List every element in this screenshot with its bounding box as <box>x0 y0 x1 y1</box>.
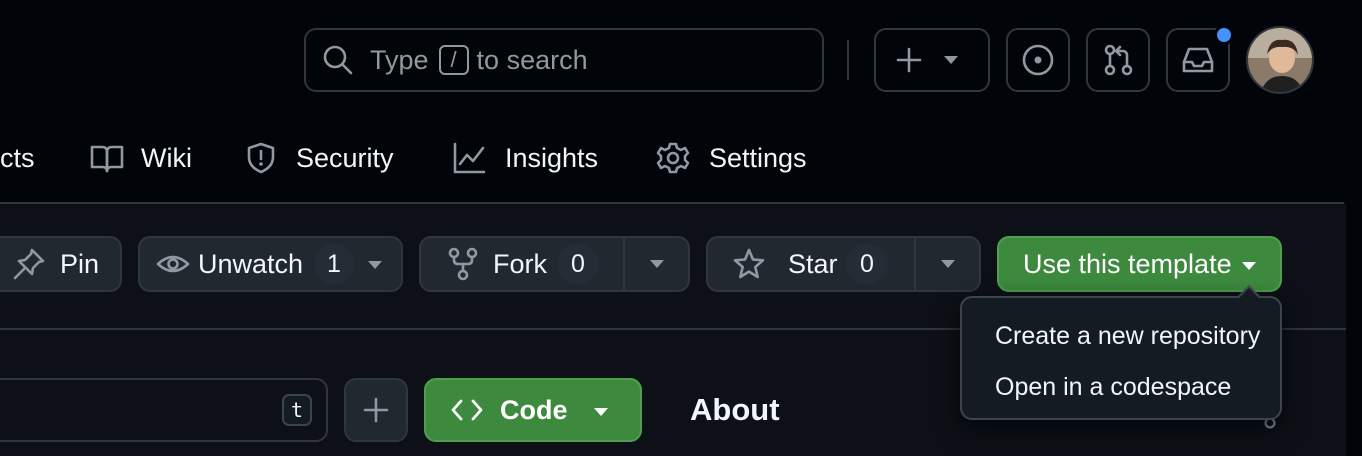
create-new-button[interactable] <box>874 28 990 92</box>
fork-dropdown-button[interactable] <box>623 236 690 292</box>
watchers-count: 1 <box>314 244 354 284</box>
shortcut-key-t: t <box>282 394 312 426</box>
chevron-down-icon <box>594 408 608 416</box>
tab-wiki[interactable]: Wiki <box>90 138 192 178</box>
template-menu: Create a new repository Open in a codesp… <box>960 296 1282 420</box>
about-heading: About <box>690 392 780 427</box>
repo-forked-icon <box>447 247 479 281</box>
notification-dot <box>1214 25 1234 45</box>
search-placeholder-suffix: to search <box>476 44 588 75</box>
git-pull-request-icon <box>1101 43 1135 77</box>
chevron-down-icon <box>649 260 664 268</box>
tab-insights[interactable]: Insights <box>452 138 598 178</box>
code-button[interactable]: Code <box>424 378 642 442</box>
shield-icon <box>244 141 278 175</box>
issue-opened-icon <box>1021 43 1055 77</box>
use-template-button[interactable]: Use this template <box>997 236 1282 292</box>
pull-requests-button[interactable] <box>1086 28 1150 92</box>
use-template-label: Use this template <box>1023 248 1232 279</box>
search-shortcut-key: / <box>438 45 469 75</box>
menu-item-open-codespace[interactable]: Open in a codespace <box>962 367 1280 407</box>
plus-icon <box>362 396 390 424</box>
star-label: Star <box>788 248 838 279</box>
main-panel-edge <box>1344 0 1346 204</box>
header-divider <box>847 40 849 80</box>
add-file-button[interactable] <box>344 378 408 442</box>
fork-label: Fork <box>493 248 547 279</box>
issues-button[interactable] <box>1006 28 1070 92</box>
pin-icon <box>12 247 46 281</box>
chevron-down-icon <box>944 56 958 64</box>
inbox-icon <box>1181 43 1215 77</box>
plus-icon <box>894 45 924 75</box>
search-icon <box>322 44 354 76</box>
menu-pointer-fill <box>1239 288 1259 298</box>
pin-button[interactable]: Pin <box>0 236 122 292</box>
tab-settings[interactable]: Settings <box>656 138 807 178</box>
chevron-down-icon <box>368 261 382 269</box>
code-label: Code <box>500 394 568 425</box>
unwatch-label: Unwatch <box>198 248 304 279</box>
tab-label: Settings <box>709 142 807 173</box>
star-button[interactable]: Star 0 <box>706 236 916 292</box>
go-to-file-input[interactable]: t <box>0 378 328 442</box>
tab-label: Insights <box>505 142 599 173</box>
unwatch-button[interactable]: Unwatch 1 <box>138 236 403 292</box>
fork-button[interactable]: Fork 0 <box>419 236 625 292</box>
eye-icon <box>156 247 190 281</box>
tab-label: Security <box>296 142 394 173</box>
search-placeholder-prefix: Type <box>370 44 429 75</box>
menu-item-label: Create a new repository <box>995 321 1261 350</box>
code-icon <box>450 396 484 424</box>
menu-item-create-repository[interactable]: Create a new repository <box>962 316 1280 356</box>
star-icon <box>732 247 766 281</box>
pin-label: Pin <box>60 248 100 279</box>
avatar[interactable] <box>1246 26 1314 94</box>
book-icon <box>90 141 124 175</box>
chevron-down-icon <box>1242 262 1256 270</box>
chevron-down-icon <box>940 260 955 268</box>
menu-item-label: Open in a codespace <box>995 372 1232 401</box>
tab-label: cts <box>0 142 35 173</box>
search-input[interactable]: Type / to search <box>304 28 824 92</box>
fork-count: 0 <box>557 244 599 284</box>
star-dropdown-button[interactable] <box>914 236 981 292</box>
tab-projects[interactable]: cts <box>0 138 35 178</box>
graph-icon <box>452 141 486 175</box>
gear-icon <box>656 141 690 175</box>
tab-label: Wiki <box>141 142 192 173</box>
tab-security[interactable]: Security <box>244 138 394 178</box>
star-count: 0 <box>846 244 888 284</box>
